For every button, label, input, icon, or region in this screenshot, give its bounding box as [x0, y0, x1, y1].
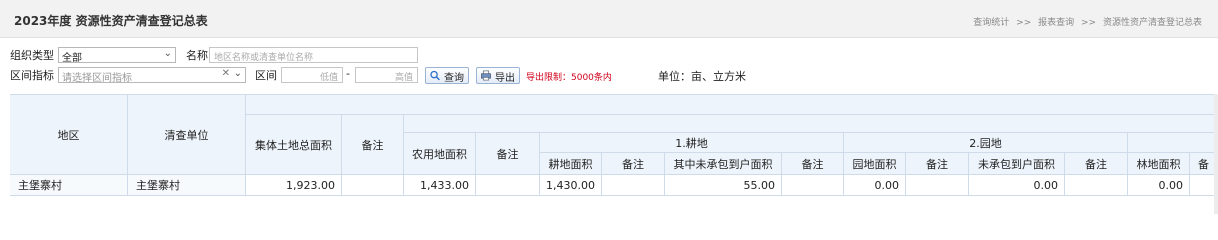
header-garden-area: 园地面积 [844, 153, 906, 175]
breadcrumb-separator: >> [1081, 18, 1097, 28]
breadcrumb-item[interactable]: 查询统计 [973, 18, 1009, 28]
header-band [404, 115, 1218, 133]
header-plough-area: 耕地面积 [540, 153, 602, 175]
header-remark: 备注 [906, 153, 969, 175]
range-dash: - [346, 67, 350, 80]
report-table: 地区 清查单位 集体土地总面积 备注 农用地面积 备注 1.耕地 2.园地 耕地… [10, 94, 1218, 217]
header-farmland-area: 农用地面积 [404, 133, 476, 175]
header-collective-total: 集体土地总面积 [246, 115, 342, 175]
search-button[interactable]: 查询 [425, 67, 469, 84]
header-unit: 清查单位 [128, 95, 246, 175]
title-bar: 2023年度 资源性资产清查登记总表 查询统计 >> 报表查询 >> 资源性资产… [0, 0, 1218, 38]
unit-note: 单位：亩、立方米 [658, 70, 746, 83]
search-icon [430, 70, 440, 81]
page-title: 2023年度 资源性资产清查登记总表 [14, 14, 208, 28]
export-button-label: 导出 [495, 73, 515, 84]
header-group-plough: 1.耕地 [540, 133, 844, 153]
filter-panel: 组织类型 全部 ⌄ 名称 地区名称或清查单位名称 区间指标 请选择区间指标 ✕ … [0, 46, 1218, 86]
range-indicator-label: 区间指标 [10, 69, 54, 82]
cell-collective-total: 1,923.00 [246, 175, 342, 196]
name-input[interactable]: 地区名称或清查单位名称 [209, 47, 418, 63]
header-remark: 备注 [602, 153, 665, 175]
search-button-label: 查询 [444, 73, 464, 84]
header-group-forest [1128, 133, 1218, 153]
breadcrumb-item: 资源性资产清查登记总表 [1102, 18, 1202, 28]
header-forest-area: 林地面积 [1128, 153, 1190, 175]
breadcrumb-separator: >> [1016, 18, 1032, 28]
header-plough-uncontracted: 其中未承包到户面积 [665, 153, 782, 175]
range-label: 区间 [255, 69, 277, 82]
cell-farmland-area: 1,433.00 [404, 175, 476, 196]
vertical-scrollbar[interactable] [1214, 94, 1218, 214]
cell-plough-area: 1,430.00 [540, 175, 602, 196]
name-label: 名称 [186, 49, 208, 62]
cell-remark [602, 175, 665, 196]
chevron-down-icon: ⌄ [233, 68, 242, 79]
cell-remark [906, 175, 969, 196]
export-icon [481, 70, 491, 81]
cell-unit: 主堡寨村 [128, 175, 246, 196]
export-limit-note: 导出限制：5000条内 [526, 73, 612, 83]
cell-remark [1065, 175, 1128, 196]
cell-remark [342, 175, 404, 196]
header-region: 地区 [10, 95, 128, 175]
cell-remark [782, 175, 844, 196]
org-type-label: 组织类型 [10, 49, 54, 62]
range-indicator-select[interactable]: 请选择区间指标 ✕ ⌄ [58, 67, 246, 83]
header-garden-uncontracted: 未承包到户面积 [969, 153, 1065, 175]
cell-plough-uncontracted: 55.00 [665, 175, 782, 196]
header-remark: 备注 [782, 153, 844, 175]
clear-icon[interactable]: ✕ [222, 68, 230, 79]
cell-forest-area: 0.00 [1128, 175, 1190, 196]
org-type-select[interactable]: 全部 ⌄ [58, 47, 176, 63]
header-band [246, 95, 1218, 115]
header-group-garden: 2.园地 [844, 133, 1128, 153]
cell-region: 主堡寨村 [10, 175, 128, 196]
high-value-input[interactable]: 高值 [355, 67, 418, 83]
header-remark: 备注 [342, 115, 404, 175]
low-value-input[interactable]: 低值 [281, 67, 343, 83]
cell-remark [476, 175, 540, 196]
chevron-down-icon: ⌄ [163, 48, 172, 59]
header-remark: 备注 [1065, 153, 1128, 175]
breadcrumb: 查询统计 >> 报表查询 >> 资源性资产清查登记总表 [973, 15, 1202, 28]
cell-garden-area: 0.00 [844, 175, 906, 196]
cell-garden-uncontracted: 0.00 [969, 175, 1065, 196]
header-remark: 备注 [476, 133, 540, 175]
breadcrumb-item[interactable]: 报表查询 [1038, 18, 1074, 28]
org-type-value: 全部 [62, 53, 82, 63]
export-button[interactable]: 导出 [476, 67, 520, 84]
range-indicator-placeholder: 请选择区间指标 [62, 73, 132, 83]
